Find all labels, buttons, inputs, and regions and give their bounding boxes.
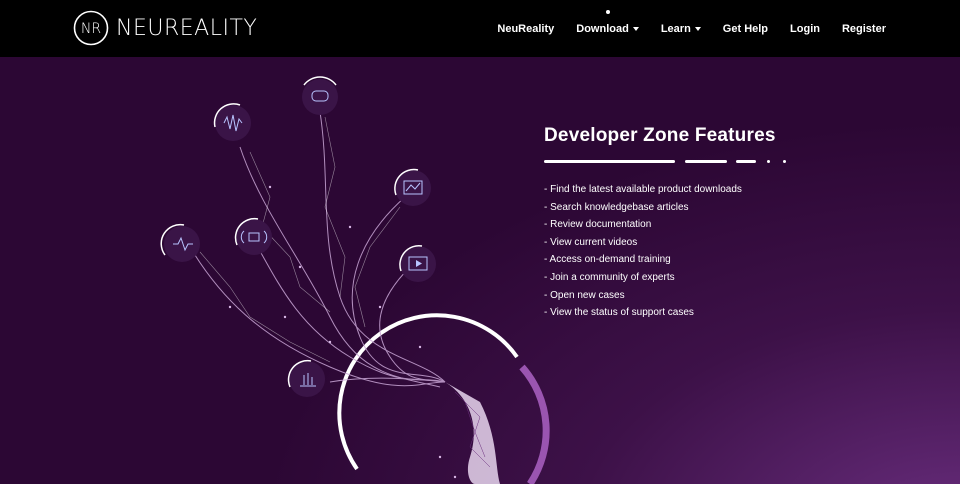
touch-icon [287, 359, 325, 397]
nav-label: Get Help [722, 22, 769, 35]
video-play-icon [399, 245, 436, 282]
nav-item-get-help[interactable]: Get Help [723, 23, 768, 35]
nav-label: Download [576, 22, 629, 35]
broadcast-icon [234, 217, 272, 255]
features-list: - Find the latest available product down… [544, 181, 844, 322]
heart-monitor-icon [160, 223, 200, 262]
nr-logo-icon: NR [73, 10, 109, 46]
neureality-logo[interactable]: NR NEUREALITY [73, 10, 257, 46]
nav-item-learn[interactable]: Learn [661, 23, 701, 35]
list-item: - Search knowledgebase articles [544, 201, 689, 213]
nav-item-login[interactable]: Login [790, 23, 820, 35]
developer-zone-features: Developer Zone Features - Find the lates… [544, 125, 844, 322]
brand-name: NEUREALITY [116, 15, 258, 41]
list-item: - View current videos [544, 236, 638, 248]
nav-item-download[interactable]: Download [576, 9, 639, 35]
divider-bar [685, 160, 727, 163]
main-nav: NeuReality Download Learn Get Help Login… [475, 0, 886, 57]
network-tree-illustration [160, 76, 550, 484]
image-chart-icon [394, 168, 431, 206]
nav-label: NeuReality [497, 22, 555, 35]
purple-ring-arc [519, 364, 550, 484]
list-item: - Join a community of experts [544, 271, 675, 283]
nav-item-neureality[interactable]: NeuReality [497, 23, 554, 35]
top-navigation-bar: NR NEUREALITY NeuReality Download Learn … [0, 0, 960, 57]
active-indicator [605, 9, 610, 14]
divider-dot [767, 160, 770, 163]
list-item: - Review documentation [544, 219, 652, 231]
features-title: Developer Zone Features [544, 125, 776, 146]
list-item: - Open new cases [544, 289, 625, 301]
divider-dot [783, 160, 786, 163]
svg-text:NR: NR [81, 21, 101, 37]
nav-label: Login [790, 22, 820, 35]
chevron-down-icon [632, 26, 639, 31]
nav-label: Learn [660, 22, 691, 35]
list-item: - Access on-demand training [544, 254, 671, 266]
nav-item-register[interactable]: Register [842, 23, 886, 35]
list-item: - Find the latest available product down… [544, 184, 742, 195]
nav-label: Register [841, 22, 886, 35]
decorative-divider [544, 160, 794, 164]
hero-section: Developer Zone Features - Find the lates… [0, 57, 960, 484]
list-item: - View the status of support cases [544, 307, 694, 319]
divider-bar [736, 160, 756, 163]
sound-wave-icon [213, 103, 251, 141]
chevron-down-icon [694, 26, 701, 31]
divider-bar [544, 160, 675, 163]
cloud-data-icon [302, 76, 338, 115]
